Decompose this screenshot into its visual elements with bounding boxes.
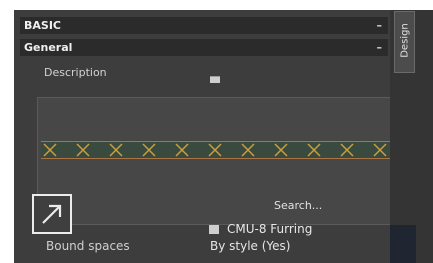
- style-preview[interactable]: [37, 97, 433, 225]
- tab-design-label: Design: [399, 23, 411, 58]
- section-general-label: General: [24, 41, 73, 54]
- section-general[interactable]: General –: [20, 39, 388, 56]
- wall-style-icon: [209, 225, 219, 234]
- search-link[interactable]: Search...: [274, 199, 322, 212]
- wall-hatch-strip: [41, 141, 433, 159]
- description-icon[interactable]: [210, 76, 220, 83]
- expand-arrow-button[interactable]: [32, 194, 72, 234]
- collapse-basic-icon[interactable]: –: [377, 17, 383, 34]
- style-value: CMU-8 Furring: [227, 222, 313, 236]
- section-basic-label: BASIC: [24, 19, 61, 32]
- bound-spaces-label: Bound spaces: [46, 239, 130, 253]
- properties-palette: BASIC – General – Description Search... …: [14, 10, 433, 263]
- hatch-pattern: [43, 143, 420, 157]
- side-bar-dark-block: [390, 225, 416, 263]
- description-label: Description: [44, 66, 107, 79]
- tab-design[interactable]: Design: [394, 11, 415, 73]
- expand-arrow-icon: [42, 204, 62, 224]
- section-basic[interactable]: BASIC –: [20, 17, 388, 34]
- properties-panel: BASIC – General – Description Search... …: [14, 10, 433, 263]
- style-field[interactable]: CMU-8 Furring: [209, 222, 312, 236]
- collapse-general-icon[interactable]: –: [377, 39, 383, 56]
- bound-spaces-value[interactable]: By style (Yes): [210, 239, 290, 253]
